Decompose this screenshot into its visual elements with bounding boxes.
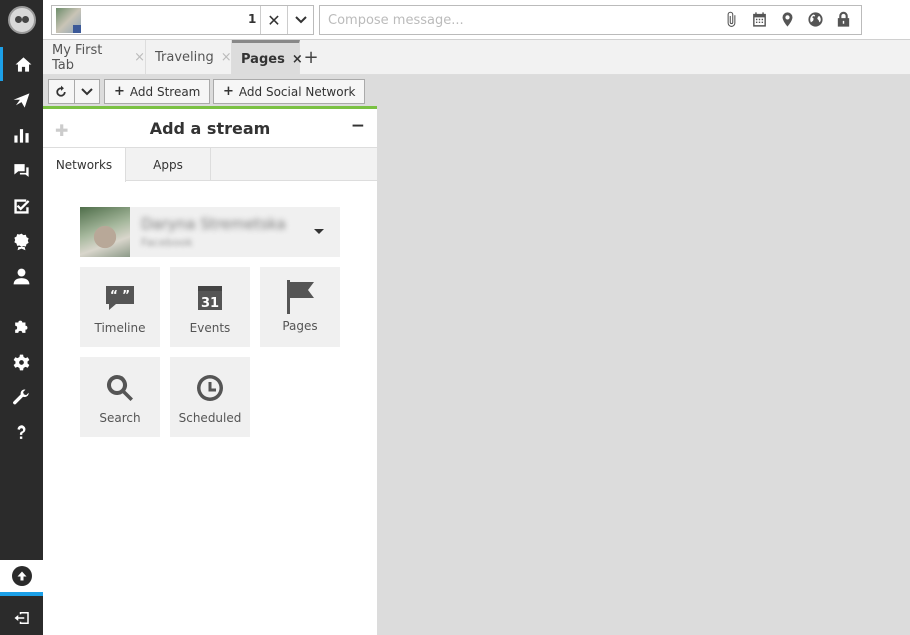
stream-toolbar: + Add Stream + Add Social Network bbox=[43, 75, 377, 106]
tab-my-first-tab[interactable]: My First Tab × bbox=[43, 40, 146, 75]
tab-traveling[interactable]: Traveling × bbox=[146, 40, 232, 75]
tab-apps[interactable]: Apps bbox=[126, 148, 211, 181]
tab-label: My First Tab bbox=[52, 42, 103, 73]
close-tab-icon[interactable]: × bbox=[134, 50, 145, 65]
schedule-calendar-icon[interactable] bbox=[750, 10, 769, 29]
tools-wrench-icon[interactable] bbox=[0, 380, 43, 414]
tab-networks-label: Networks bbox=[55, 158, 113, 172]
tab-pages[interactable]: Pages × bbox=[232, 40, 303, 75]
account-name: Daryna Stremetska bbox=[141, 215, 286, 233]
tasks-checkbox-icon[interactable] bbox=[0, 189, 43, 223]
tab-networks[interactable]: Networks bbox=[43, 148, 126, 182]
account-avatar bbox=[80, 207, 130, 257]
assignments-icon[interactable] bbox=[0, 153, 43, 187]
top-bar: 1 ✕ bbox=[43, 0, 910, 40]
stream-type-timeline[interactable]: “ ” Timeline bbox=[80, 267, 160, 347]
logout-icon[interactable] bbox=[0, 600, 43, 635]
tab-label: Pages bbox=[241, 51, 285, 67]
compose-message-input[interactable] bbox=[320, 6, 715, 34]
add-stream-button[interactable]: + Add Stream bbox=[104, 79, 211, 104]
add-social-network-button[interactable]: + Add Social Network bbox=[213, 79, 366, 104]
clear-selection-icon[interactable]: ✕ bbox=[260, 6, 287, 34]
minimize-panel-icon[interactable]: − bbox=[351, 116, 365, 136]
add-stream-label: Add Stream bbox=[129, 84, 201, 99]
add-social-network-label: Add Social Network bbox=[238, 84, 356, 99]
calendar-icon: 31 bbox=[196, 283, 224, 313]
stream-type-label: Search bbox=[99, 411, 141, 425]
stream-type-scheduled[interactable]: Scheduled bbox=[170, 357, 250, 437]
add-tab-plus-icon[interactable]: + bbox=[301, 47, 321, 68]
tab-label: Traveling bbox=[155, 50, 214, 65]
help-question-icon[interactable] bbox=[0, 415, 43, 449]
account-selector[interactable]: Daryna Stremetska Facebook bbox=[80, 207, 340, 257]
privacy-lock-icon[interactable] bbox=[834, 10, 853, 29]
caret-down-icon[interactable] bbox=[314, 229, 324, 234]
search-icon bbox=[106, 373, 134, 403]
selected-profile-avatar[interactable] bbox=[56, 8, 81, 33]
panel-title: Add a stream bbox=[149, 119, 271, 138]
calendar-date-text: 31 bbox=[201, 296, 219, 311]
analytics-icon[interactable] bbox=[0, 118, 43, 152]
stream-type-search[interactable]: Search bbox=[80, 357, 160, 437]
refresh-control bbox=[48, 79, 100, 104]
award-icon[interactable] bbox=[0, 224, 43, 258]
home-icon[interactable] bbox=[0, 47, 43, 81]
left-sidebar bbox=[0, 0, 43, 635]
profile-picker[interactable]: 1 ✕ bbox=[51, 5, 314, 35]
stream-type-events[interactable]: 31 Events bbox=[170, 267, 250, 347]
globe-icon[interactable] bbox=[806, 10, 825, 29]
refresh-icon[interactable] bbox=[49, 80, 74, 103]
tab-apps-label: Apps bbox=[153, 157, 183, 172]
selected-profile-count: 1 bbox=[248, 12, 257, 26]
owl-logo-icon[interactable] bbox=[8, 6, 36, 34]
compose-box[interactable] bbox=[319, 5, 862, 35]
panel-tabs: Networks Apps bbox=[43, 148, 377, 182]
contacts-person-icon[interactable] bbox=[0, 259, 43, 293]
chevron-down-icon[interactable] bbox=[287, 6, 314, 34]
chevron-down-icon[interactable] bbox=[73, 80, 100, 103]
plus-icon: + bbox=[223, 84, 234, 99]
stream-type-label: Scheduled bbox=[178, 411, 242, 425]
stream-type-label: Pages bbox=[282, 319, 318, 333]
flag-icon bbox=[285, 279, 315, 315]
tab-bar: My First Tab × Traveling × Pages × + bbox=[43, 40, 910, 75]
plus-icon: + bbox=[114, 84, 125, 99]
timeline-icon: “ ” bbox=[105, 283, 135, 313]
send-icon[interactable] bbox=[0, 83, 43, 117]
add-stream-panel: ✚ Add a stream − Networks Apps Daryna St… bbox=[43, 106, 377, 635]
location-pin-icon[interactable] bbox=[778, 10, 797, 29]
close-tab-icon[interactable]: × bbox=[221, 50, 232, 65]
upload-arrow-icon[interactable] bbox=[0, 560, 43, 596]
stream-type-label: Events bbox=[189, 321, 231, 335]
panel-header: ✚ Add a stream − bbox=[43, 109, 377, 148]
stream-type-pages[interactable]: Pages bbox=[260, 267, 340, 347]
attachment-paperclip-icon[interactable] bbox=[722, 10, 741, 29]
svg-text:“ ”: “ ” bbox=[110, 288, 130, 302]
settings-gear-icon[interactable] bbox=[0, 345, 43, 379]
account-network: Facebook bbox=[141, 236, 193, 249]
clock-icon bbox=[196, 373, 224, 403]
apps-puzzle-icon[interactable] bbox=[0, 309, 43, 343]
stream-type-label: Timeline bbox=[94, 321, 146, 335]
